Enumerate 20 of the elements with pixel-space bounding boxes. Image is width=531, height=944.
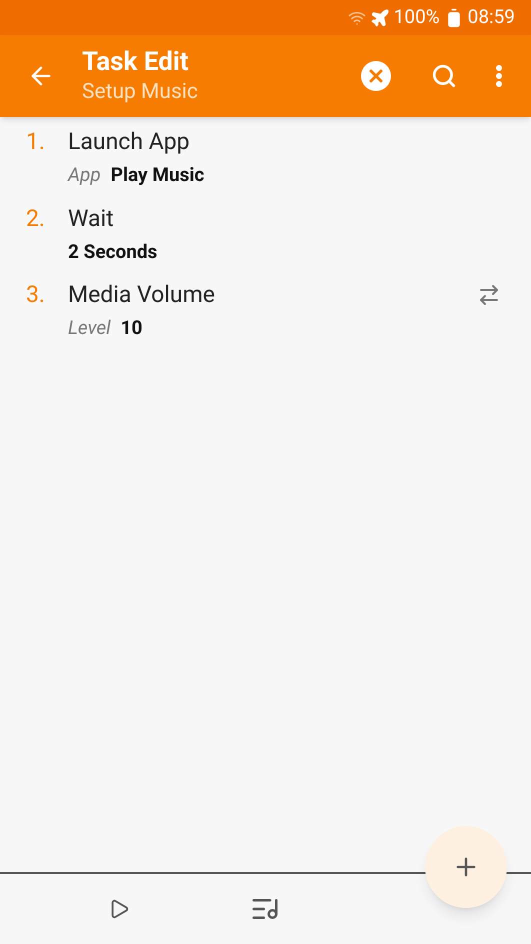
step-title[interactable]: Launch App <box>68 127 190 157</box>
parameter-value: Play Music <box>110 162 204 188</box>
clock: 08:59 <box>468 4 515 30</box>
parameter-label: Level <box>68 315 111 341</box>
parameter-value: 2 Seconds <box>68 238 158 264</box>
step-number: 3. <box>26 280 46 310</box>
step-number: 1. <box>26 127 46 157</box>
step-title[interactable]: Wait <box>68 204 114 234</box>
airplane-icon <box>370 8 390 28</box>
toolbar-subtitle: Setup Music <box>82 79 199 106</box>
battery-percent: 100% <box>394 4 440 30</box>
step-title[interactable]: Media Volume <box>68 280 215 310</box>
search-icon <box>431 63 457 89</box>
parameter-label: App <box>68 162 101 188</box>
more-icon <box>496 65 502 87</box>
swap-icon[interactable] <box>477 283 501 307</box>
parameter-value: 10 <box>120 315 142 341</box>
clear-button[interactable] <box>361 61 391 91</box>
step-number: 2. <box>26 204 46 234</box>
toolbar-title: Task Edit <box>82 46 190 78</box>
